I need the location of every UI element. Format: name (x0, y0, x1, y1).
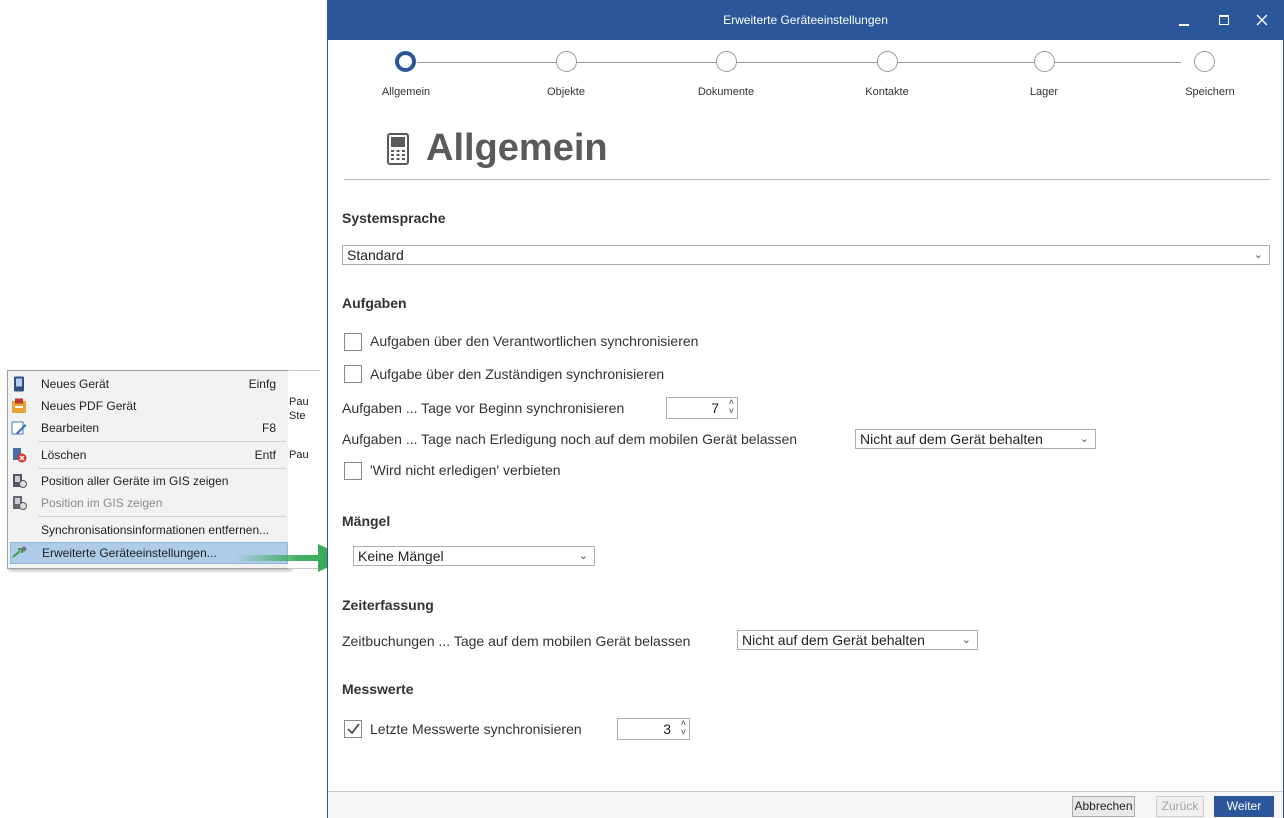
maximize-button[interactable] (1211, 8, 1237, 32)
menu-item-edit[interactable]: Bearbeiten F8 (10, 417, 286, 439)
step-objekte-indicator[interactable] (556, 51, 577, 72)
days-before-stepper[interactable]: 7 ˄ ˅ (666, 397, 738, 419)
forbid-wont-do-checkbox[interactable] (344, 462, 362, 480)
step-allgemein-indicator[interactable] (395, 51, 416, 72)
chevron-down-icon: ⌄ (1253, 249, 1263, 261)
settings-arrow-icon (12, 545, 28, 561)
step-dokumente-label[interactable]: Dokumente (666, 86, 786, 98)
sync-measurements-checkbox[interactable] (344, 720, 362, 738)
spin-arrows-icon[interactable]: ˄ ˅ (729, 398, 734, 416)
days-before-label: Aufgaben ... Tage vor Beginn synchronisi… (342, 400, 625, 416)
checkmark-icon (347, 723, 360, 735)
background-grid-peek: Pau Ste Pau (288, 370, 320, 569)
menu-item-remove-sync-info[interactable]: Synchronisationsinformationen entfernen.… (10, 519, 286, 541)
time-bookings-select[interactable]: Nicht auf dem Gerät behalten ⌄ (737, 630, 978, 650)
spin-arrows-icon[interactable]: ˄ ˅ (681, 719, 686, 737)
close-icon (1256, 14, 1268, 26)
sync-responsible-checkbox[interactable] (344, 333, 362, 351)
sync-measurements-label: Letzte Messwerte synchronisieren (370, 721, 582, 737)
sync-assigned-checkbox[interactable] (344, 365, 362, 383)
cancel-button[interactable]: Abbrechen (1072, 796, 1135, 817)
pdf-device-icon (11, 398, 27, 414)
section-maengel-heading: Mängel (342, 513, 391, 529)
header-divider (344, 179, 1270, 180)
gis-icon (11, 473, 27, 489)
step-lager-indicator[interactable] (1034, 51, 1055, 72)
step-speichern-label[interactable]: Speichern (1150, 86, 1270, 98)
minimize-icon (1179, 24, 1189, 26)
step-speichern-indicator[interactable] (1194, 51, 1215, 72)
phone-icon (11, 376, 27, 392)
defects-select[interactable]: Keine Mängel ⌄ (353, 546, 595, 566)
time-bookings-label: Zeitbuchungen ... Tage auf dem mobilen G… (342, 633, 691, 649)
advanced-settings-dialog: Erweiterte Geräteeinstellungen Allgemein… (327, 0, 1284, 818)
maximize-icon (1219, 15, 1229, 25)
sync-assigned-label: Aufgabe über den Zuständigen synchronisi… (370, 366, 665, 382)
step-lager-label[interactable]: Lager (984, 86, 1104, 98)
step-objekte-label[interactable]: Objekte (506, 86, 626, 98)
page-title: Allgemein (426, 127, 608, 169)
menu-separator (38, 516, 286, 517)
menu-item-show-all-gis[interactable]: Position aller Geräte im GIS zeigen (10, 470, 286, 492)
menu-item-show-gis[interactable]: Position im GIS zeigen (10, 492, 286, 514)
dialog-footer: Abbrechen Zurück Weiter (328, 791, 1283, 818)
section-aufgaben-heading: Aufgaben (342, 295, 407, 311)
edit-icon (11, 420, 27, 436)
next-button[interactable]: Weiter (1214, 796, 1274, 817)
measurements-count-stepper[interactable]: 3 ˄ ˅ (617, 718, 690, 740)
menu-separator (38, 468, 286, 469)
step-dokumente-indicator[interactable] (716, 51, 737, 72)
gis-single-icon (11, 495, 27, 511)
chevron-down-icon: ⌄ (578, 550, 588, 562)
menu-item-delete[interactable]: Löschen Entf (10, 444, 286, 466)
close-button[interactable] (1249, 8, 1275, 32)
menu-separator (38, 441, 286, 442)
menu-item-new-device[interactable]: Neues Gerät Einfg (10, 373, 286, 395)
step-kontakte-label[interactable]: Kontakte (827, 86, 947, 98)
delete-icon (11, 447, 27, 463)
section-messwerte-heading: Messwerte (342, 681, 414, 697)
chevron-down-icon: ⌄ (1079, 433, 1089, 445)
step-kontakte-indicator[interactable] (877, 51, 898, 72)
chevron-down-icon: ⌄ (961, 634, 971, 646)
menu-item-new-pdf-device[interactable]: Neues PDF Gerät (10, 395, 286, 417)
forbid-wont-do-label: 'Wird nicht erledigen' verbieten (370, 462, 561, 478)
section-zeiterfassung-heading: Zeiterfassung (342, 597, 434, 613)
sync-responsible-label: Aufgaben über den Verantwortlichen synch… (370, 333, 699, 349)
minimize-button[interactable] (1171, 8, 1197, 32)
days-after-select[interactable]: Nicht auf dem Gerät behalten ⌄ (855, 429, 1096, 449)
section-systemsprache-heading: Systemsprache (342, 210, 446, 226)
title-bar: Erweiterte Geräteeinstellungen (328, 0, 1283, 40)
mobile-device-icon (387, 133, 409, 165)
context-menu: Neues Gerät Einfg Neues PDF Gerät Bearbe… (7, 370, 290, 569)
system-language-select[interactable]: Standard ⌄ (342, 245, 1270, 265)
days-after-label: Aufgaben ... Tage nach Erledigung noch a… (342, 431, 798, 447)
dialog-title: Erweiterte Geräteeinstellungen (723, 13, 888, 27)
wizard-progress-line (417, 62, 1181, 63)
step-allgemein-label[interactable]: Allgemein (346, 86, 466, 98)
back-button[interactable]: Zurück (1156, 796, 1204, 817)
